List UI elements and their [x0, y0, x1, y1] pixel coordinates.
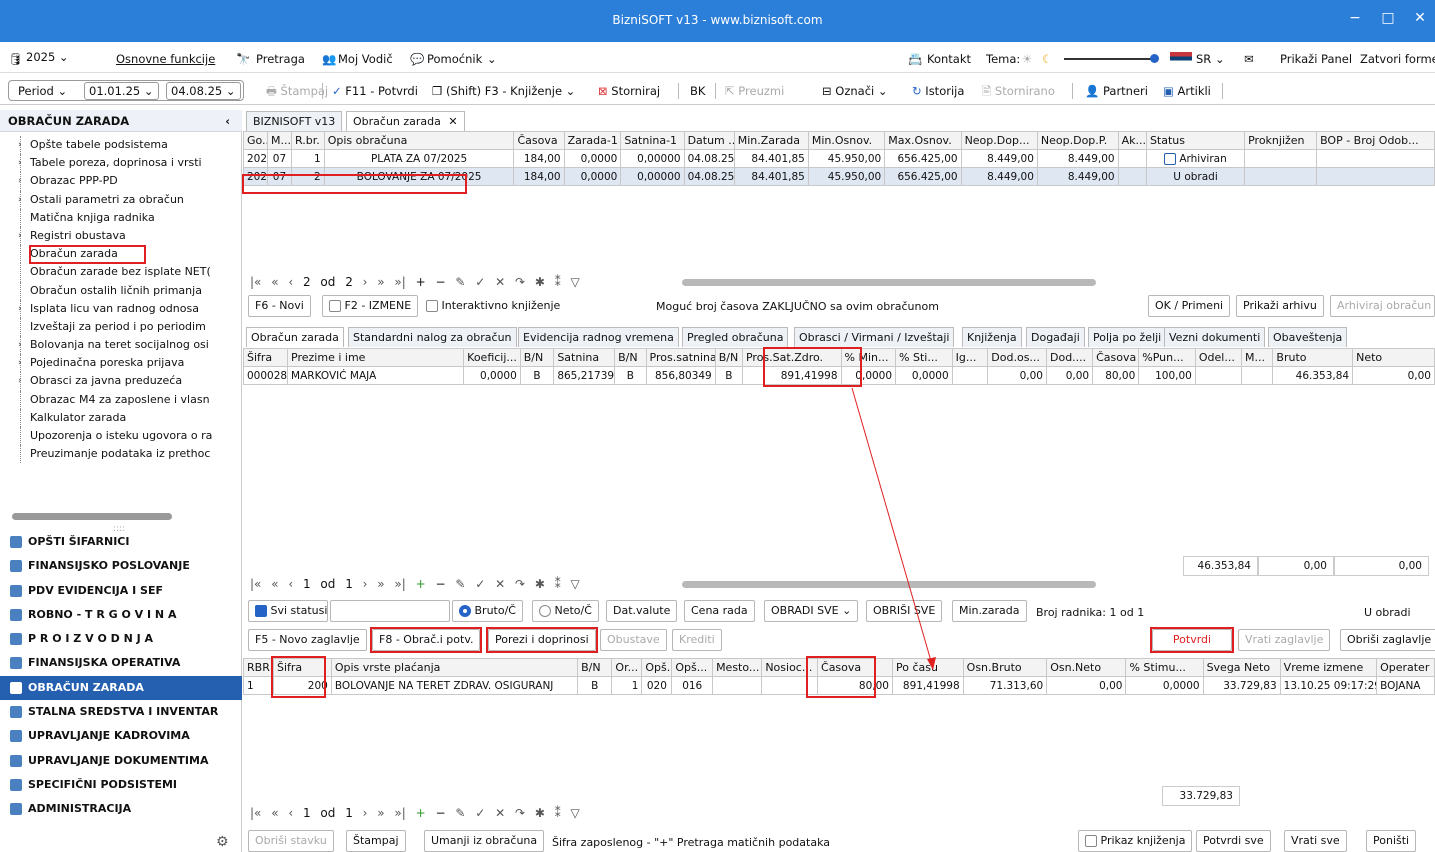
annotation-arrow: [851, 387, 936, 670]
